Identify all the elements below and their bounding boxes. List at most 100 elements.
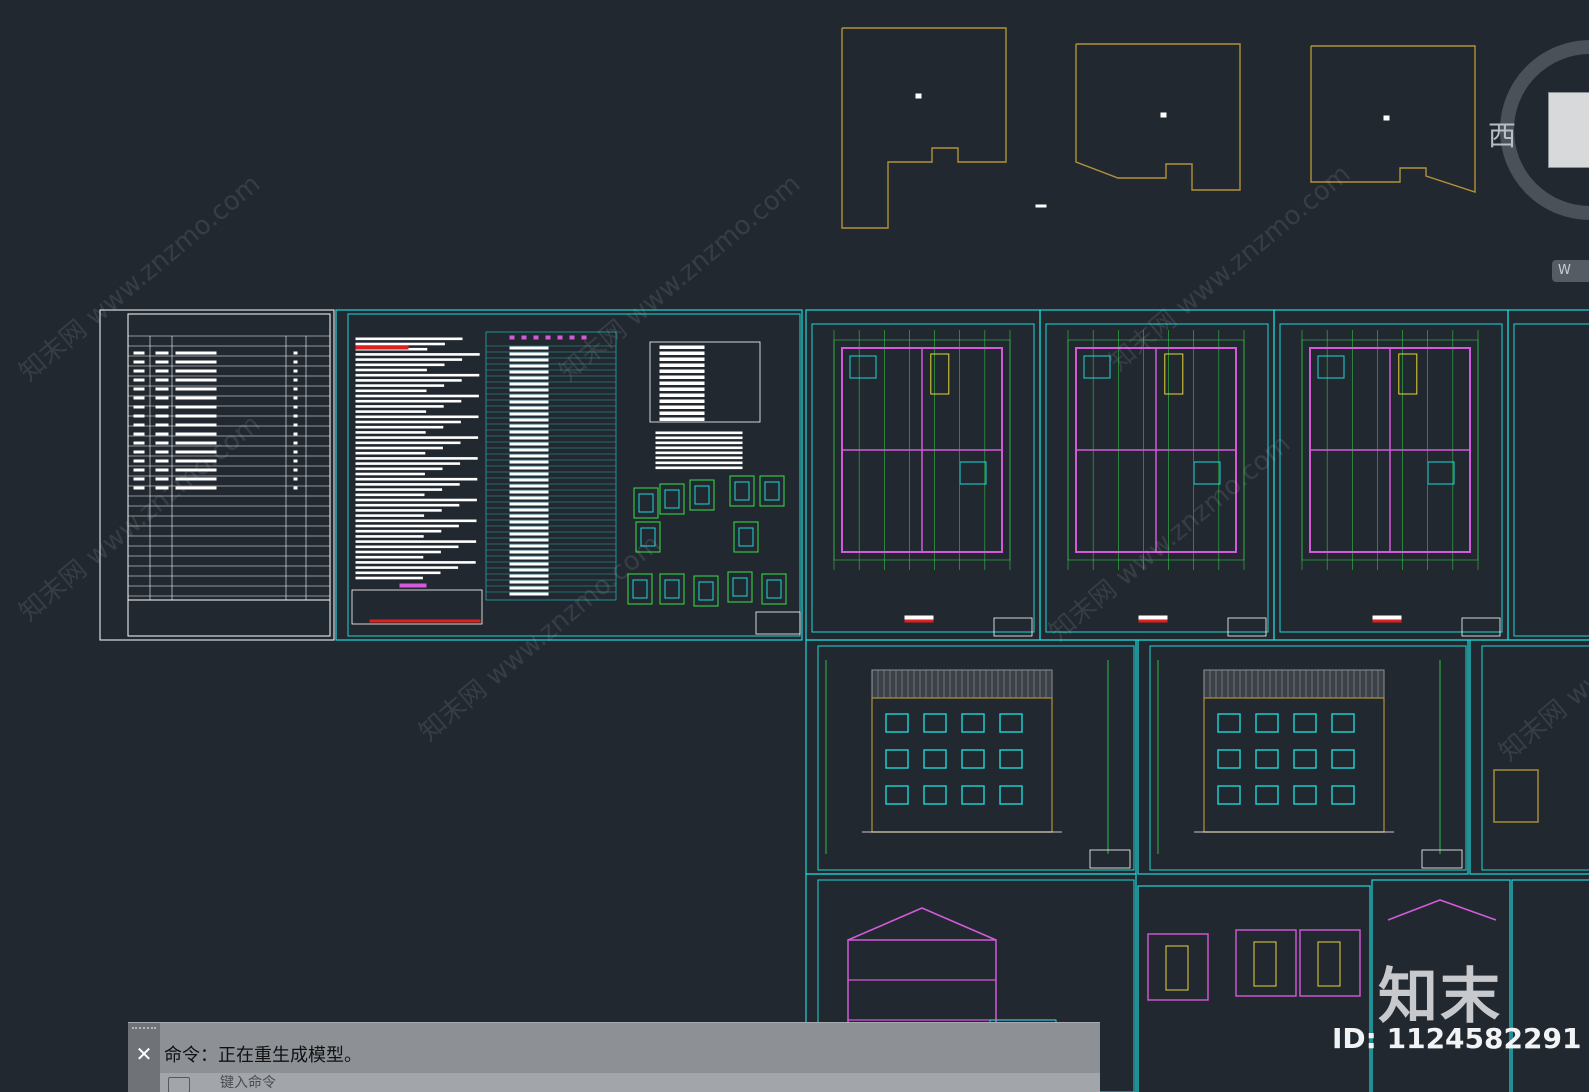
stair-symbol [930,353,950,395]
notes-highlight [399,583,427,588]
table-cell [509,550,549,554]
table-cell [659,357,705,361]
command-line-grip[interactable]: ✕ [128,1023,160,1092]
model-space-canvas[interactable]: 西 W 知末网 www.znzmo.com 知末网 www.znzmo.com … [0,0,1589,1092]
elevation-window [999,749,1023,769]
site-outline [1075,43,1241,191]
notes-text-line [355,488,443,491]
section-roof [847,907,997,941]
table-cell [509,514,549,518]
notes-text-line [355,540,477,543]
command-input[interactable] [220,1073,1080,1092]
window-pane [664,579,680,599]
elevation-window [885,785,909,805]
sheet-frame-section-4 [1511,879,1589,1092]
table-cell [293,486,298,490]
table-cell [659,363,705,367]
title-block [1227,617,1267,637]
notes-text-line [355,368,427,372]
sheet-border [1045,323,1269,633]
window-detail [729,475,755,507]
table-cell [293,423,298,427]
viewcube-west-label[interactable]: 西 [1488,114,1516,154]
stair-symbol [1164,353,1184,395]
table-cell [509,574,549,578]
door-elevation [1493,769,1539,823]
table-head-mark [533,335,539,340]
table-cell [175,423,217,427]
table-cell [509,472,549,476]
command-line-panel[interactable]: ✕ 命令：正在重生成模型。 [128,1022,1100,1092]
table-cell [509,370,549,374]
table-cell [175,378,217,382]
table-cell [509,382,549,386]
table-cell [175,351,217,355]
table-cell [133,387,145,391]
notes-text-line [355,457,478,460]
notes-text-line [355,384,445,387]
table-cell [133,450,145,454]
drawing-title-underline [904,619,934,623]
notes-text-line [655,441,743,445]
close-icon[interactable]: ✕ [134,1043,154,1065]
table-cell [509,568,549,572]
title-block [1421,849,1463,869]
table-cell [293,369,298,373]
notes-text-line [355,363,445,367]
elevation-window [999,785,1023,805]
notes-highlight [355,345,409,350]
notes-text-line [355,519,477,523]
stair-symbol [1398,353,1418,395]
furniture-symbol [1083,355,1111,379]
table-cell [155,360,169,364]
viewcube-face[interactable] [1548,92,1589,168]
table-cell [509,508,549,512]
notes-text-line [355,472,425,476]
table-cell [133,360,145,364]
table-cell [659,381,705,385]
table-cell [133,414,145,418]
notes-text-line [355,576,423,580]
notes-text-line [355,353,480,356]
window-detail [627,573,653,605]
table-cell [659,405,705,409]
table-cell [155,351,169,355]
drawing-title-underline [1372,619,1402,623]
table-cell [155,459,169,463]
elevation-window [1255,785,1279,805]
table-cell [155,423,169,427]
table-cell [133,432,145,436]
elevation-window [1293,785,1317,805]
table-cell [155,432,169,436]
table-cell [509,580,549,584]
site-marker [1035,204,1047,208]
notes-text-line [355,358,463,361]
table-cell [293,396,298,400]
table-cell [509,424,549,428]
sheet-frame-elevation-3 [1469,639,1589,875]
wcs-menu-button[interactable]: W [1552,260,1589,282]
table-head-mark [581,335,587,340]
sheet-frame-section-2 [1137,885,1371,1092]
table-cell [509,460,549,464]
window-detail [659,483,685,515]
table-cell [133,396,145,400]
table-cell [509,562,549,566]
table-cell [659,399,705,403]
table-cell [175,468,217,472]
elevation-window [923,713,947,733]
elevation-window [1293,749,1317,769]
cad-drawing[interactable] [0,0,1589,1092]
window-pane [734,481,750,501]
table-cell [133,369,145,373]
command-prompt-icon[interactable] [168,1077,190,1092]
table-cell [175,486,217,490]
table-cell [175,414,217,418]
furniture-symbol [959,461,987,485]
notes-table [351,589,483,625]
elevation-window [1331,749,1355,769]
command-input-row[interactable] [160,1073,1100,1092]
stair-symbol [1165,945,1189,991]
elevation-window [923,749,947,769]
section-roof [1387,899,1497,921]
